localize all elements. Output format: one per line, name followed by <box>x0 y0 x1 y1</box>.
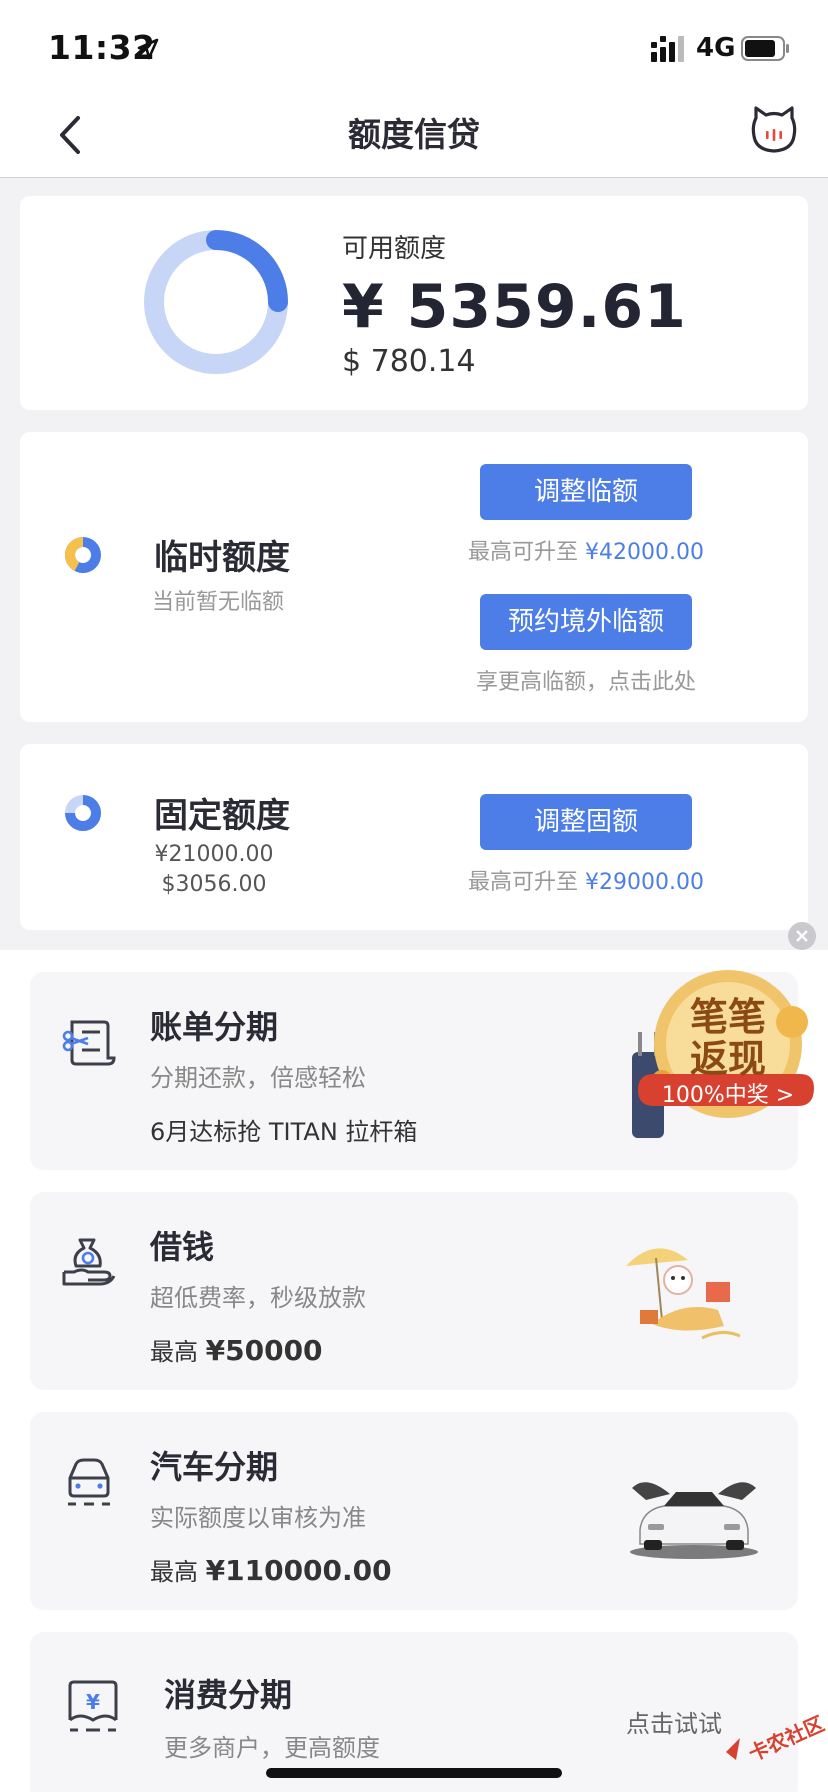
try-now-link[interactable]: 点击试试 <box>626 1704 722 1739</box>
status-bar: 11:32 4G <box>0 0 828 94</box>
cellular-signal-icon <box>651 36 684 62</box>
product-subtitle: 实际额度以审核为准 <box>150 1504 366 1532</box>
product-subtitle: 更多商户，更高额度 <box>164 1734 380 1762</box>
fixed-quota-title: 固定额度 <box>154 796 290 836</box>
car-image <box>630 1482 758 1559</box>
quota-donut-chart <box>144 230 288 374</box>
max-hint-amount: ¥42000.00 <box>585 540 704 565</box>
watermark: 卡农社区 <box>716 1700 828 1770</box>
fixed-quota-max-hint: 最高可升至 ¥29000.00 <box>436 864 736 896</box>
temporary-quota-pie-icon <box>65 537 101 573</box>
product-title: 汽车分期 <box>150 1448 279 1486</box>
temporary-quota-max-hint: 最高可升至 ¥42000.00 <box>436 534 736 566</box>
product-max-amount: 最高 ¥50000 <box>150 1332 323 1367</box>
product-promo-text: 6月达标抢 TITAN 拉杆箱 <box>150 1118 418 1146</box>
page-title: 额度信贷 <box>348 115 480 154</box>
network-type: 4G <box>696 33 736 63</box>
available-amount-usd: $ 780.14 <box>342 344 476 379</box>
promo-badge-line1: 笔笔 <box>689 995 766 1039</box>
max-hint-amount: ¥29000.00 <box>585 870 704 895</box>
fixed-quota-value-usd: $3056.00 <box>161 872 267 897</box>
fixed-quota-pie-icon <box>65 795 101 831</box>
product-subtitle: 超低费率，秒级放款 <box>150 1284 366 1312</box>
max-amount: ¥50000 <box>205 1334 323 1367</box>
fixed-quota-value-cny: ¥21000.00 <box>154 842 274 867</box>
product-title: 账单分期 <box>150 1008 279 1046</box>
product-borrow-money[interactable]: 借钱 超低费率，秒级放款 最高 ¥50000 <box>30 1192 798 1390</box>
customer-service-cat-icon[interactable] <box>748 104 800 156</box>
product-title: 消费分期 <box>164 1676 293 1714</box>
promo-badge-line2: 返现 <box>689 1037 766 1081</box>
svg-text:¥: ¥ <box>86 1690 100 1714</box>
max-hint-prefix: 最高可升至 <box>468 540 585 565</box>
product-title: 借钱 <box>150 1228 215 1266</box>
temporary-quota-title: 临时额度 <box>154 538 290 578</box>
product-max-amount: 最高 ¥110000.00 <box>150 1552 392 1587</box>
car-icon <box>68 1458 110 1506</box>
adjust-temporary-quota-button[interactable]: 调整临额 <box>480 464 692 520</box>
close-icon <box>796 930 808 942</box>
temporary-quota-card: 临时额度 当前暂无临额 调整临额 最高可升至 ¥42000.00 预约境外临额 … <box>20 432 808 722</box>
location-arrow-icon <box>137 38 159 60</box>
overseas-quota-hint[interactable]: 享更高临额，点击此处 <box>436 664 736 696</box>
available-amount-cny: ¥ 5359.61 <box>342 272 687 342</box>
cashback-promo-badge[interactable]: 笔笔 返现 100%中奖 > <box>632 970 816 1130</box>
close-promo-button[interactable] <box>788 922 816 950</box>
product-car-installment[interactable]: 汽车分期 实际额度以审核为准 最高 ¥110000.00 <box>30 1412 798 1610</box>
navigation-bar: 额度信贷 <box>0 94 828 178</box>
beach-cat-illustration <box>626 1248 741 1340</box>
battery-icon <box>741 36 789 61</box>
max-hint-prefix: 最高可升至 <box>468 870 585 895</box>
home-indicator[interactable] <box>266 1768 562 1778</box>
svg-text:卡农社区: 卡农社区 <box>745 1711 828 1765</box>
fixed-quota-card: 固定额度 ¥21000.00 $3056.00 调整固额 最高可升至 ¥2900… <box>20 744 808 930</box>
shop-yuan-icon: ¥ <box>68 1680 118 1732</box>
money-bag-hand-icon <box>62 1238 116 1286</box>
watermark-logo: 卡农社区 <box>726 1711 828 1766</box>
temporary-quota-subtitle: 当前暂无临额 <box>152 590 285 615</box>
available-quota-label: 可用额度 <box>342 234 447 264</box>
product-subtitle: 分期还款，倍感轻松 <box>150 1064 366 1092</box>
adjust-fixed-quota-button[interactable]: 调整固额 <box>480 794 692 850</box>
bill-scissors-icon <box>62 1020 116 1066</box>
max-prefix: 最高 <box>150 1558 206 1586</box>
book-overseas-quota-button[interactable]: 预约境外临额 <box>480 594 692 650</box>
max-amount: ¥110000.00 <box>205 1554 392 1587</box>
available-quota-card: 可用额度 ¥ 5359.61 $ 780.14 <box>20 196 808 410</box>
promo-badge-ribbon: 100%中奖 > <box>661 1083 795 1108</box>
max-prefix: 最高 <box>150 1338 206 1366</box>
